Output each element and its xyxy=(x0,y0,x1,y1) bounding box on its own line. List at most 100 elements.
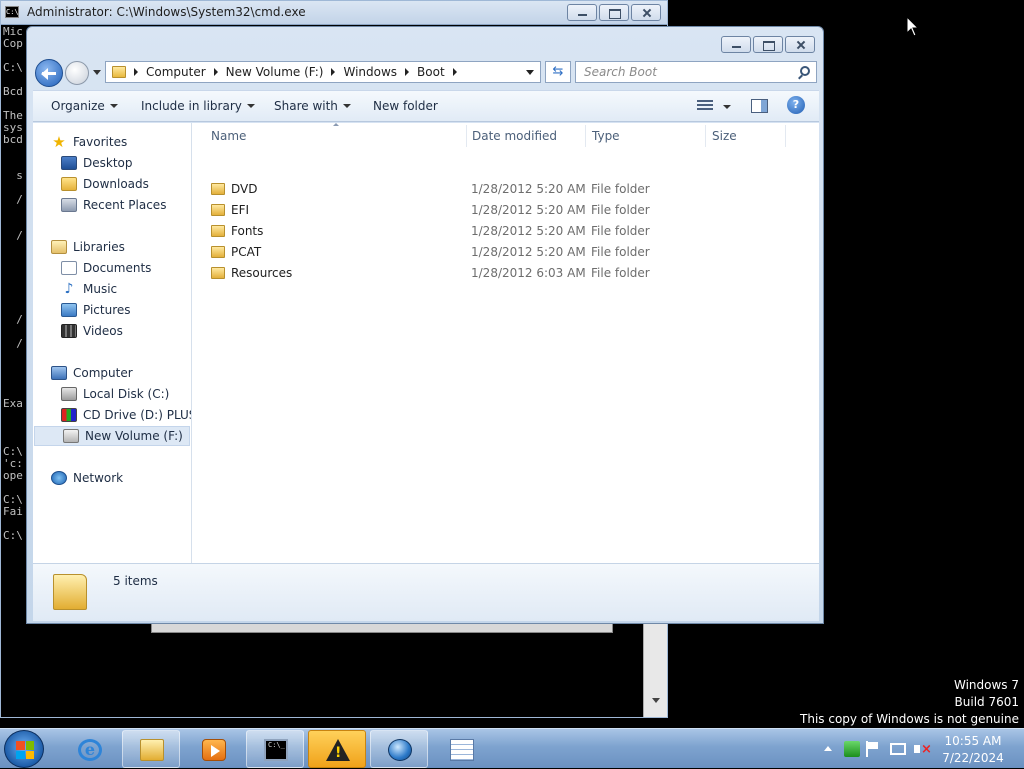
nav-computer[interactable]: Computer xyxy=(51,363,133,383)
column-header-date-modified[interactable]: Date modified xyxy=(472,129,557,143)
file-row-efi[interactable]: EFI 1/28/2012 5:20 AM File folder xyxy=(211,200,811,221)
taskbar-globe-app[interactable] xyxy=(370,730,428,768)
taskbar-warning-app[interactable] xyxy=(308,730,366,768)
cmd-horizontal-scrollbar[interactable] xyxy=(151,623,613,633)
nav-downloads[interactable]: Downloads xyxy=(61,174,149,194)
file-name: Resources xyxy=(231,266,293,280)
column-divider[interactable] xyxy=(466,125,467,147)
cmd-title-bar[interactable]: C:\ Administrator: C:\Windows\System32\c… xyxy=(1,1,667,25)
minimize-button[interactable] xyxy=(721,36,751,53)
organize-button[interactable]: Organize xyxy=(51,99,118,113)
view-options-dropdown-icon[interactable] xyxy=(723,105,731,109)
taskbar-internet-explorer[interactable]: e xyxy=(60,730,118,768)
close-button[interactable] xyxy=(785,36,815,53)
file-type: File folder xyxy=(591,182,650,196)
share-with-button[interactable]: Share with xyxy=(274,99,351,113)
nav-recent-places[interactable]: Recent Places xyxy=(61,195,166,215)
file-row-dvd[interactable]: DVD 1/28/2012 5:20 AM File folder xyxy=(211,179,811,200)
file-row-pcat[interactable]: PCAT 1/28/2012 5:20 AM File folder xyxy=(211,242,811,263)
maximize-button[interactable] xyxy=(753,36,783,53)
taskbar-media-player[interactable] xyxy=(184,730,242,768)
folder-icon xyxy=(140,739,164,761)
start-button[interactable] xyxy=(4,730,44,768)
nav-cd-drive[interactable]: CD Drive (D:) PLUS98 xyxy=(61,405,191,425)
chevron-right-icon[interactable] xyxy=(452,68,457,76)
navigation-pane[interactable]: ★ Favorites Desktop Downloads Recent Plac… xyxy=(33,123,192,563)
share-with-label: Share with xyxy=(274,99,338,113)
cmd-window-title: Administrator: C:\Windows\System32\cmd.e… xyxy=(27,5,306,19)
warning-icon xyxy=(326,739,350,761)
folder-icon xyxy=(211,246,225,258)
show-hidden-icons-icon[interactable] xyxy=(824,746,832,751)
nav-new-volume[interactable]: New Volume (F:) xyxy=(34,426,190,446)
chevron-right-icon[interactable] xyxy=(331,68,336,76)
chevron-right-icon[interactable] xyxy=(405,68,410,76)
file-list[interactable]: Name Date modified Type Size DVD 1/28/20… xyxy=(193,123,819,563)
explorer-window[interactable]: Computer New Volume (F:) Windows Boot ⇆ … xyxy=(26,26,824,624)
scroll-down-arrow-icon[interactable] xyxy=(652,698,660,703)
nav-videos[interactable]: Videos xyxy=(61,321,123,341)
column-divider[interactable] xyxy=(705,125,706,147)
nav-favorites[interactable]: ★ Favorites xyxy=(51,132,127,152)
column-header-type[interactable]: Type xyxy=(592,129,620,143)
forward-button[interactable] xyxy=(65,61,89,85)
nav-label: Pictures xyxy=(83,303,131,317)
column-divider[interactable] xyxy=(585,125,586,147)
search-icon[interactable] xyxy=(800,66,810,76)
nav-label: CD Drive (D:) PLUS98 xyxy=(83,408,191,422)
cmd-maximize-button[interactable] xyxy=(599,4,629,21)
taskbar-scheduler-app[interactable] xyxy=(432,730,490,768)
cmd-minimize-button[interactable] xyxy=(567,4,597,21)
nav-desktop[interactable]: Desktop xyxy=(61,153,133,173)
speaker-muted-icon[interactable] xyxy=(914,741,932,757)
chevron-right-icon[interactable] xyxy=(213,68,218,76)
folder-icon xyxy=(112,66,126,78)
globe-icon xyxy=(388,739,412,761)
column-header-size[interactable]: Size xyxy=(712,129,737,143)
include-in-library-button[interactable]: Include in library xyxy=(141,99,255,113)
clock-date: 7/22/2024 xyxy=(942,751,1004,765)
taskbar-command-prompt[interactable]: C:\_ xyxy=(246,730,304,768)
help-icon[interactable]: ? xyxy=(787,96,805,114)
address-bar[interactable]: Computer New Volume (F:) Windows Boot xyxy=(105,61,541,83)
nav-network[interactable]: Network xyxy=(51,468,123,488)
action-center-flag-icon[interactable] xyxy=(866,741,882,757)
network-monitor-icon[interactable] xyxy=(890,743,906,755)
breadcrumb-computer[interactable]: Computer xyxy=(146,65,206,79)
new-folder-button[interactable]: New folder xyxy=(373,99,438,113)
security-check-icon[interactable] xyxy=(844,741,860,757)
column-header-name[interactable]: Name xyxy=(211,129,246,143)
windows-logo-icon xyxy=(16,741,34,759)
taskbar-windows-explorer[interactable] xyxy=(122,730,180,768)
refresh-button[interactable]: ⇆ xyxy=(545,61,571,83)
search-input[interactable]: Search Boot xyxy=(584,65,657,79)
recent-pages-dropdown-icon[interactable] xyxy=(93,70,101,75)
taskbar: e C:\_ 10:55 AM 7/22/2024 xyxy=(0,728,1024,768)
nav-music[interactable]: ♪ Music xyxy=(61,279,118,299)
system-clock[interactable]: 10:55 AM 7/22/2024 xyxy=(930,733,1016,767)
nav-local-disk[interactable]: Local Disk (C:) xyxy=(61,384,169,404)
address-history-dropdown-icon[interactable] xyxy=(526,70,534,75)
breadcrumb-new-volume[interactable]: New Volume (F:) xyxy=(226,65,324,79)
breadcrumb-boot[interactable]: Boot xyxy=(417,65,445,79)
change-view-icon[interactable] xyxy=(697,100,713,112)
search-box[interactable]: Search Boot xyxy=(575,61,817,83)
file-row-fonts[interactable]: Fonts 1/28/2012 5:20 AM File folder xyxy=(211,221,811,242)
cmd-close-button[interactable] xyxy=(631,4,661,21)
column-divider[interactable] xyxy=(785,125,786,147)
breadcrumb-windows[interactable]: Windows xyxy=(343,65,397,79)
command-prompt-icon: C:\_ xyxy=(264,739,288,761)
nav-documents[interactable]: Documents xyxy=(61,258,151,278)
file-row-resources[interactable]: Resources 1/28/2012 6:03 AM File folder xyxy=(211,263,811,284)
nav-pictures[interactable]: Pictures xyxy=(61,300,131,320)
file-type: File folder xyxy=(591,245,650,259)
chevron-right-icon[interactable] xyxy=(134,68,138,76)
refresh-icon: ⇆ xyxy=(552,64,564,79)
nav-label: Downloads xyxy=(83,177,149,191)
network-icon xyxy=(51,471,67,485)
back-button[interactable] xyxy=(35,59,63,87)
nav-libraries[interactable]: Libraries xyxy=(51,237,125,257)
nav-label: Recent Places xyxy=(83,198,167,212)
file-date: 1/28/2012 5:20 AM xyxy=(471,203,586,217)
preview-pane-icon[interactable] xyxy=(751,99,768,113)
